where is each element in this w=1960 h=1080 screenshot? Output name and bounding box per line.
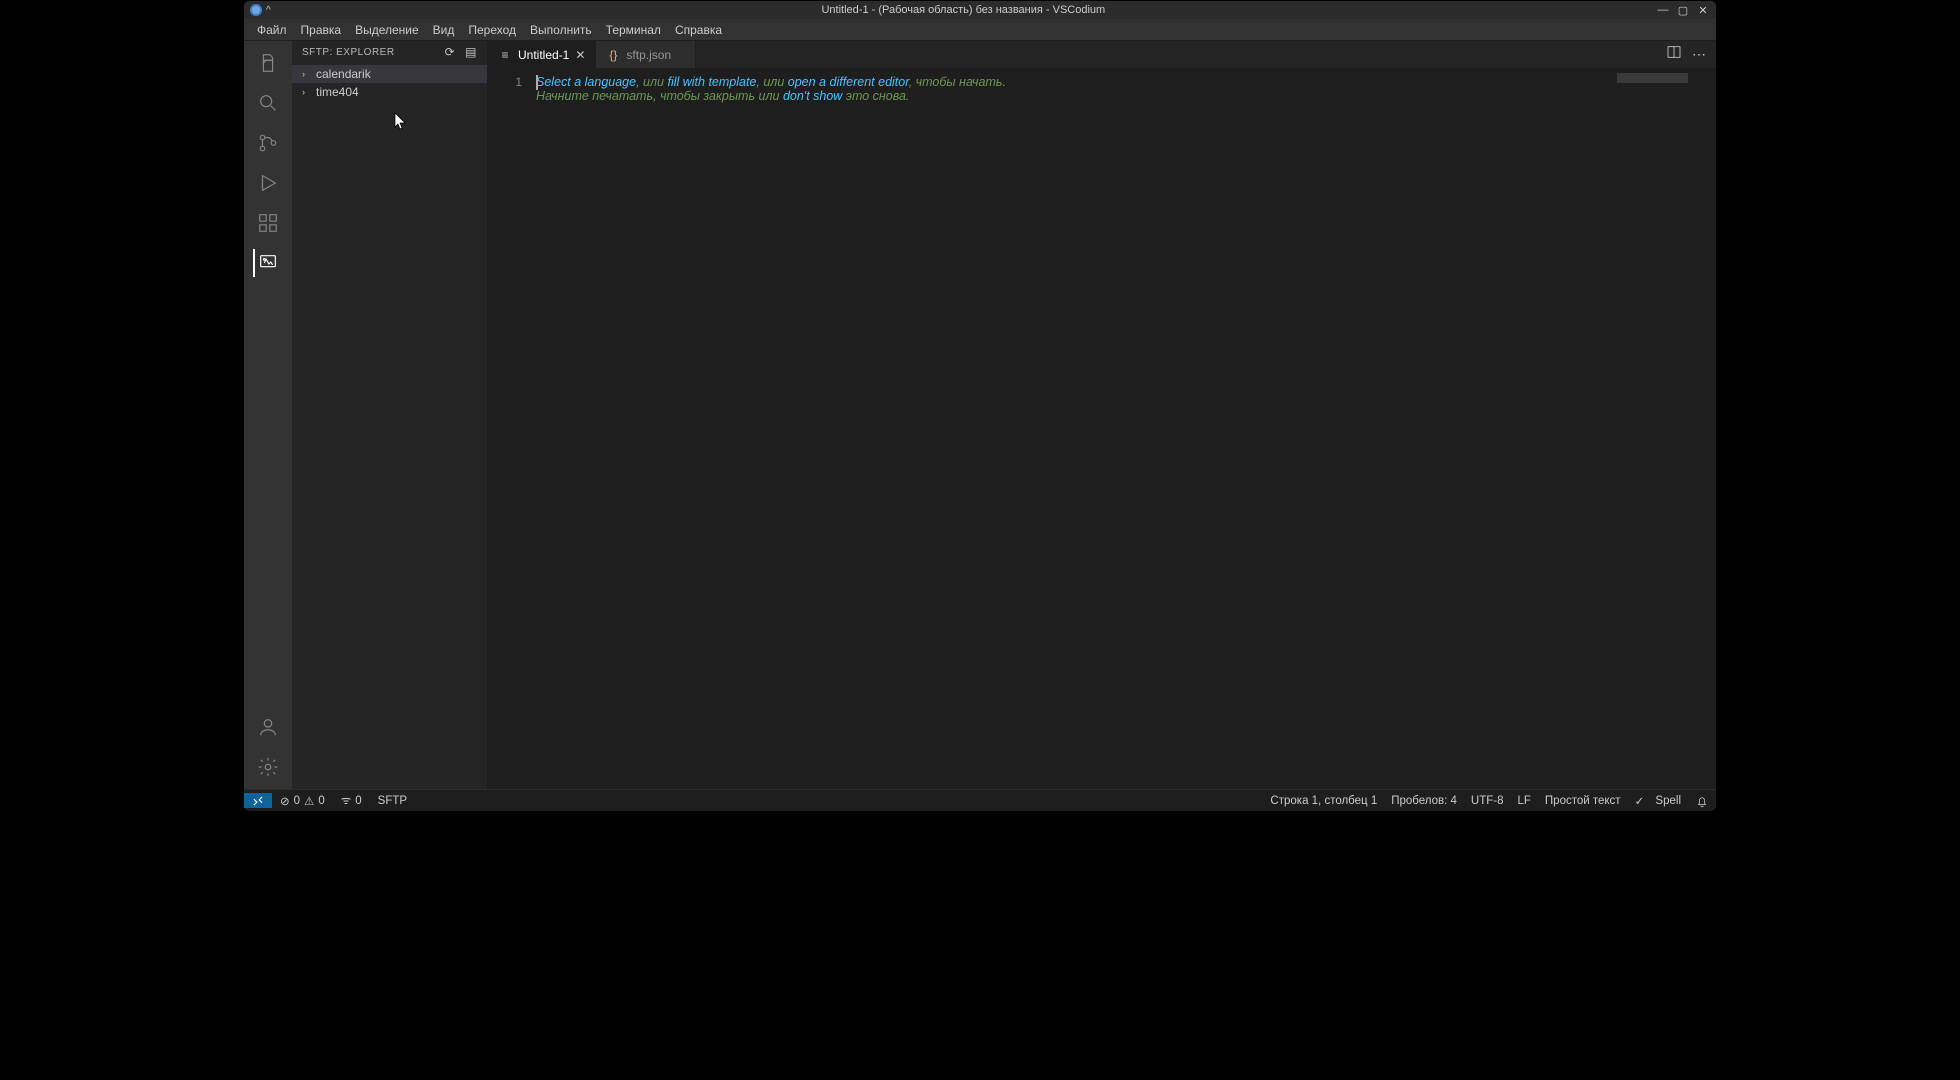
sidebar-header: SFTP: EXPLORER ⟳ ▤	[292, 41, 487, 63]
minimize-button[interactable]: —	[1656, 4, 1670, 17]
spell-check[interactable]: ✓ Spell	[1628, 794, 1688, 808]
select-language-link[interactable]: Select a language	[536, 75, 636, 89]
statusbar: ⊘0 ⚠0 ᯤ0 SFTP Строка 1, столбец 1 Пробел…	[244, 789, 1716, 811]
collapse-all-icon[interactable]: ▤	[465, 45, 477, 59]
check-icon: ✓	[1635, 794, 1645, 808]
window-controls: — ▢ ✕	[1656, 4, 1714, 17]
notifications-bell-icon[interactable]	[1688, 794, 1716, 808]
os-titlebar-left: ^	[246, 4, 271, 16]
os-titlebar: ^ Untitled-1 - (Рабочая область) без наз…	[244, 1, 1716, 19]
main-area: SFTP: EXPLORER ⟳ ▤ › calendarik › time40…	[244, 41, 1716, 789]
tree-item-label: time404	[316, 85, 359, 99]
dont-show-link[interactable]: don't show	[783, 89, 842, 103]
close-icon[interactable]: ✕	[575, 48, 585, 62]
close-button[interactable]: ✕	[1696, 4, 1710, 17]
editor-content[interactable]: Select a language, или fill with templat…	[536, 69, 1612, 789]
minimap-viewport[interactable]	[1617, 73, 1688, 83]
chevron-right-icon: ›	[302, 69, 312, 79]
activitybar	[244, 41, 292, 789]
editor-group: ≡ Untitled-1 ✕ {} sftp.json ⋯	[488, 41, 1716, 789]
placeholder-line-1: Select a language, или fill with templat…	[536, 75, 1612, 89]
app-shell: ^ Untitled-1 - (Рабочая область) без наз…	[243, 0, 1717, 812]
encoding[interactable]: UTF-8	[1464, 795, 1511, 807]
chevron-right-icon: ›	[302, 87, 312, 97]
refresh-icon[interactable]: ⟳	[445, 45, 456, 59]
editor[interactable]: 1 Select a language, или fill with templ…	[488, 69, 1716, 789]
menu-help[interactable]: Справка	[668, 21, 729, 39]
tab-sftp-json[interactable]: {} sftp.json	[596, 41, 696, 68]
settings-gear-icon[interactable]	[254, 753, 282, 781]
app-logo-icon	[250, 4, 262, 16]
more-actions-icon[interactable]: ⋯	[1692, 46, 1706, 63]
tree-item-time404[interactable]: › time404	[292, 83, 487, 101]
statusbar-right: Строка 1, столбец 1 Пробелов: 4 UTF-8 LF…	[1263, 794, 1716, 808]
status-sftp[interactable]: SFTP	[370, 793, 415, 808]
broadcast-icon: ᯤ	[341, 793, 352, 808]
indentation[interactable]: Пробелов: 4	[1384, 795, 1464, 807]
text-file-icon: ≡	[498, 48, 512, 62]
scrollbar-vertical[interactable]	[1702, 69, 1716, 789]
tab-label: Untitled-1	[518, 48, 569, 62]
maximize-button[interactable]: ▢	[1676, 4, 1690, 17]
ports-forwarded[interactable]: ᯤ0	[333, 793, 370, 808]
menu-edit[interactable]: Правка	[294, 21, 349, 39]
tree-item-label: calendarik	[316, 67, 371, 81]
search-icon[interactable]	[254, 89, 282, 117]
source-control-icon[interactable]	[254, 129, 282, 157]
menu-selection[interactable]: Выделение	[348, 21, 426, 39]
editor-tabs: ≡ Untitled-1 ✕ {} sftp.json ⋯	[488, 41, 1716, 69]
remote-indicator[interactable]	[244, 793, 272, 808]
fill-template-link[interactable]: fill with template	[667, 75, 756, 89]
error-circle-icon: ⊘	[280, 794, 290, 808]
split-editor-icon[interactable]	[1666, 44, 1682, 65]
statusbar-left: ⊘0 ⚠0 ᯤ0 SFTP	[244, 793, 415, 808]
json-braces-icon: {}	[606, 48, 620, 62]
menu-file[interactable]: Файл	[250, 21, 294, 39]
cursor-position[interactable]: Строка 1, столбец 1	[1263, 795, 1384, 807]
run-debug-icon[interactable]	[254, 169, 282, 197]
sidebar-title: SFTP: EXPLORER	[302, 47, 395, 58]
sidebar-tree: › calendarik › time404	[292, 63, 487, 101]
text-cursor	[536, 75, 538, 90]
sidebar: SFTP: EXPLORER ⟳ ▤ › calendarik › time40…	[292, 41, 488, 789]
menubar: Файл Правка Выделение Вид Переход Выполн…	[244, 19, 1716, 41]
open-different-editor-link[interactable]: open a different editor	[788, 75, 909, 89]
minimap[interactable]	[1612, 69, 1702, 789]
tab-actions: ⋯	[1656, 41, 1716, 68]
tree-item-calendarik[interactable]: › calendarik	[292, 65, 487, 83]
language-mode[interactable]: Простой текст	[1538, 795, 1628, 807]
sftp-explorer-icon[interactable]	[253, 249, 281, 277]
tab-untitled-1[interactable]: ≡ Untitled-1 ✕	[488, 41, 596, 68]
menu-view[interactable]: Вид	[426, 21, 462, 39]
eol[interactable]: LF	[1510, 795, 1537, 807]
window-title: Untitled-1 - (Рабочая область) без назва…	[271, 4, 1656, 16]
menu-run[interactable]: Выполнить	[523, 21, 599, 39]
explorer-icon[interactable]	[254, 49, 282, 77]
menu-terminal[interactable]: Терминал	[599, 21, 668, 39]
placeholder-line-2: Начните печатать, чтобы закрыть или don'…	[536, 89, 1612, 103]
tab-label: sftp.json	[626, 48, 671, 62]
line-number: 1	[488, 75, 522, 89]
line-gutter: 1	[488, 69, 536, 789]
warning-triangle-icon: ⚠	[304, 794, 314, 808]
account-icon[interactable]	[254, 713, 282, 741]
extensions-icon[interactable]	[254, 209, 282, 237]
problems-errors[interactable]: ⊘0 ⚠0	[272, 793, 333, 808]
menu-go[interactable]: Переход	[461, 21, 523, 39]
